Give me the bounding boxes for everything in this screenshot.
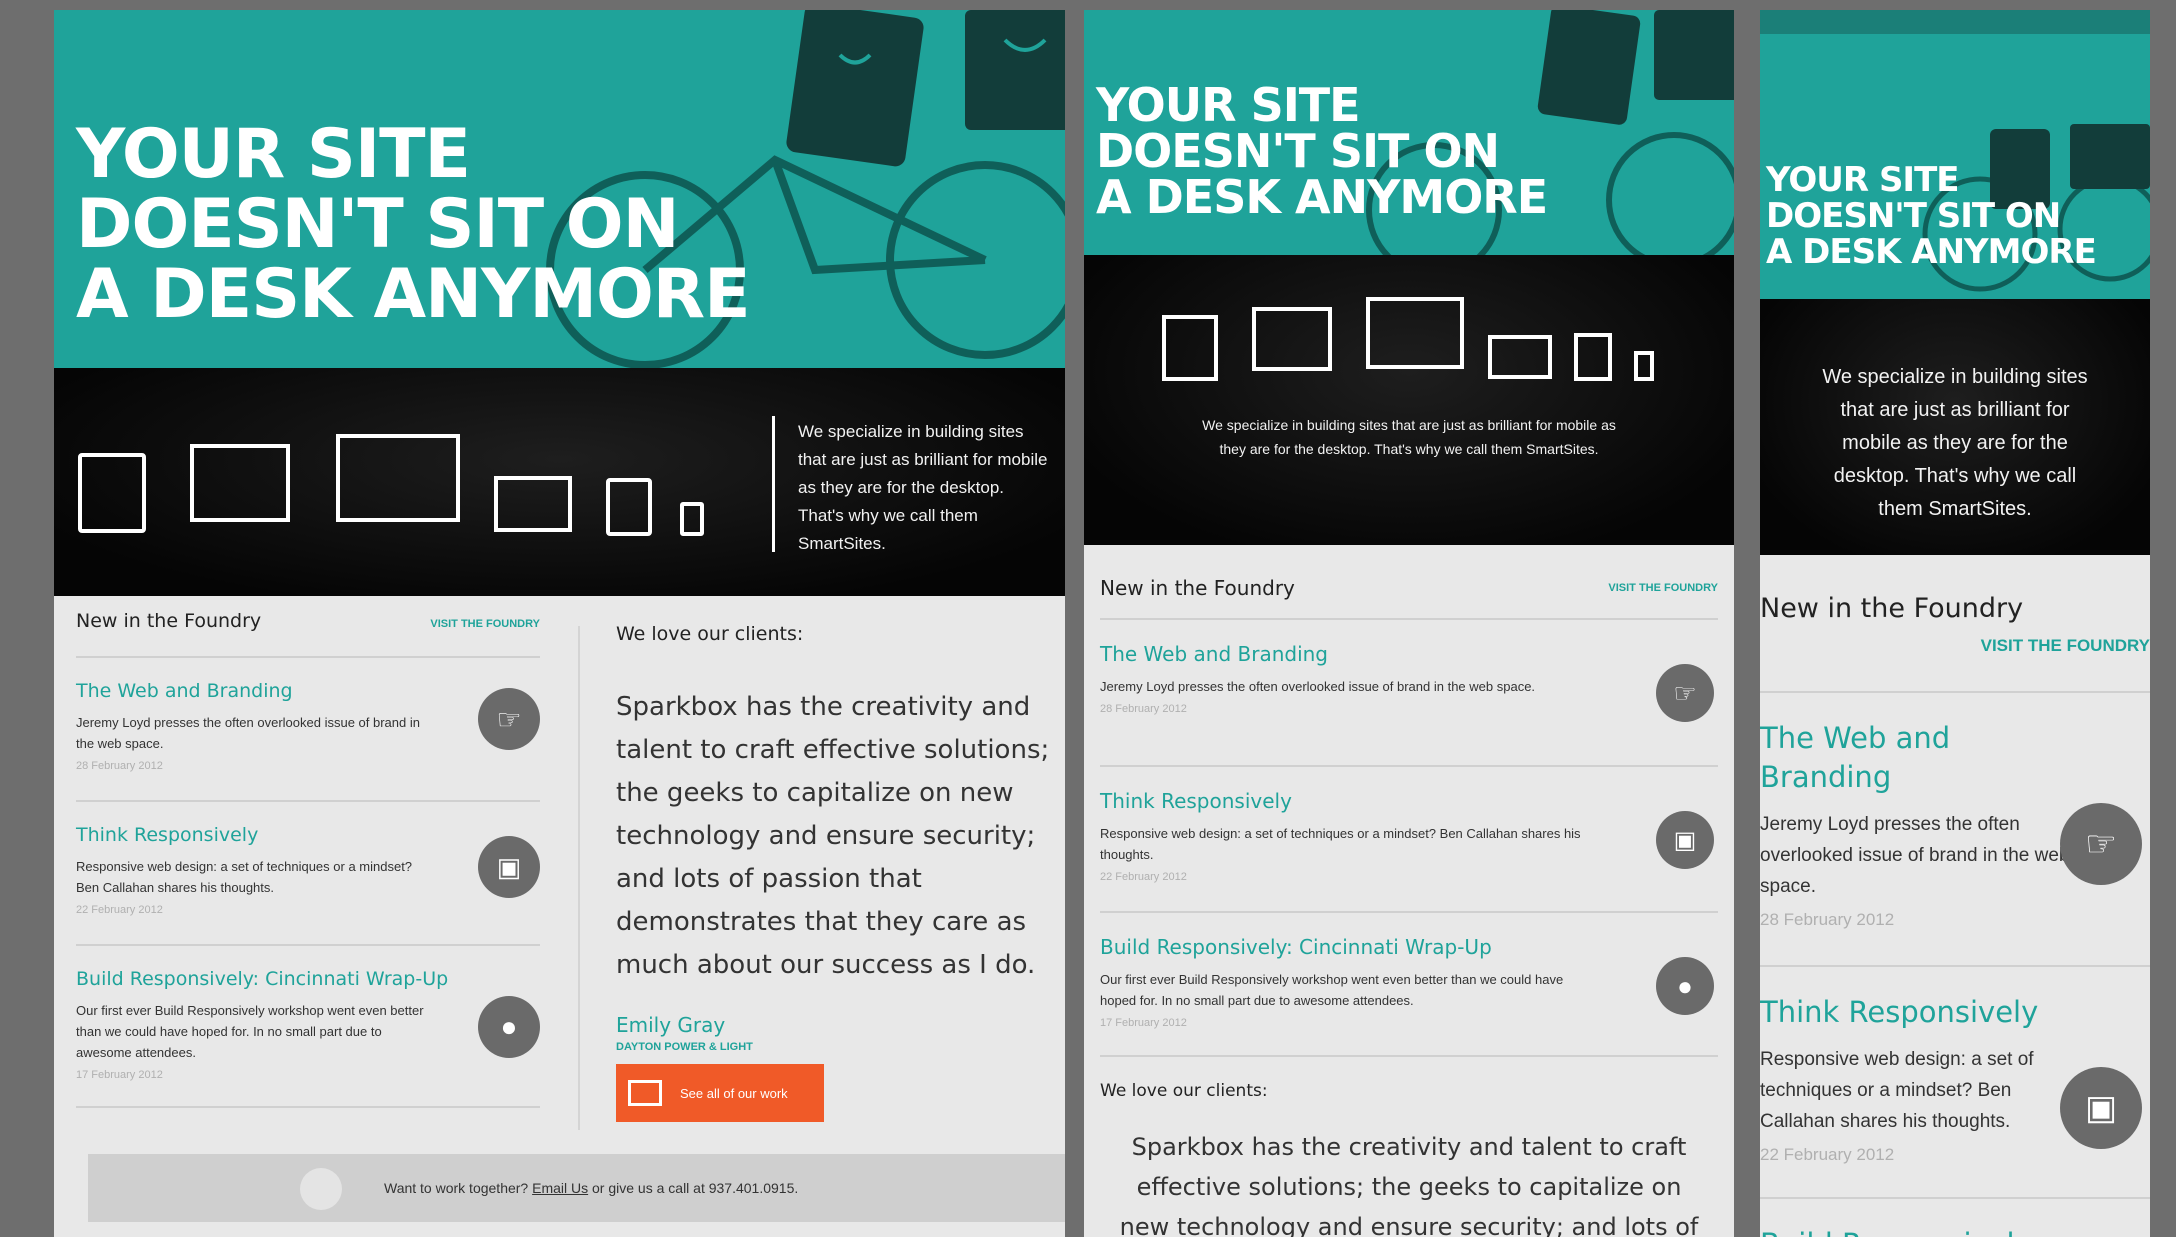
footer-text: Want to work together?	[384, 1180, 529, 1196]
pointer-icon: ☞	[478, 688, 540, 750]
post-date: 28 February 2012	[76, 760, 163, 772]
post-date: 28 February 2012	[1760, 910, 1895, 929]
large-monitor-icon	[1366, 297, 1464, 369]
post-date: 17 February 2012	[76, 1069, 163, 1081]
post-excerpt: Our first ever Build Responsively worksh…	[76, 1003, 424, 1060]
post-excerpt: Our first ever Build Responsively worksh…	[1100, 972, 1564, 1008]
quote-author: Emily Gray	[616, 1013, 726, 1037]
desktop-mac-icon	[1162, 315, 1218, 381]
monitor-icon	[190, 444, 290, 522]
tablet-layout-preview: YOUR SITE DOESN'T SIT ON A DESK ANYMORE …	[1084, 10, 1734, 1237]
devices-icon: ▣	[2060, 1067, 2142, 1149]
visit-foundry-link[interactable]: VISIT THE FOUNDRY	[1760, 636, 2150, 656]
list-item[interactable]: Build Responsively: Cincinnati Wrap-Up O…	[76, 944, 540, 1108]
divider	[772, 416, 775, 552]
list-item[interactable]: Think Responsively Responsive web design…	[1100, 765, 1718, 911]
pointer-icon: ☞	[1656, 664, 1714, 722]
see-work-button[interactable]: See all of our work	[616, 1064, 824, 1122]
devices-icon: ▣	[478, 836, 540, 898]
sparkbox-logo-icon	[300, 1168, 342, 1210]
tagline: We specialize in building sites that are…	[798, 422, 1048, 553]
devices-band: We specialize in building sites that are…	[54, 368, 1065, 596]
list-item[interactable]: Think Responsively Responsive web design…	[76, 800, 540, 944]
client-quote: Sparkbox has the creativity and talent t…	[616, 692, 1050, 980]
post-title[interactable]: Think Responsively	[76, 824, 540, 846]
post-date: 22 February 2012	[76, 904, 163, 916]
devices-icon: ▣	[1656, 811, 1714, 869]
laptop-icon	[1488, 335, 1552, 379]
clients-title: We love our clients:	[1100, 1081, 1268, 1101]
foundry-section: New in the Foundry VISIT THE FOUNDRY The…	[1760, 565, 2150, 1237]
quote-company: DAYTON POWER & LIGHT	[616, 1041, 753, 1053]
mobile-layout-preview: YOUR SITE DOESN'T SIT ON A DESK ANYMORE …	[1760, 10, 2150, 1237]
pointer-icon: ☞	[2060, 803, 2142, 885]
list-item[interactable]: Build Responsively:	[1760, 1197, 2150, 1237]
client-quote: Sparkbox has the creativity and talent t…	[1119, 1133, 1699, 1237]
list-item[interactable]: Think Responsively Responsive web design…	[1760, 965, 2150, 1197]
post-date: 17 February 2012	[1100, 1017, 1187, 1029]
monitor-icon	[628, 1080, 662, 1106]
post-excerpt: Responsive web design: a set of techniqu…	[1760, 1049, 2034, 1132]
list-item[interactable]: The Web and Branding Jeremy Loyd presses…	[76, 658, 540, 800]
visit-foundry-link[interactable]: VISIT THE FOUNDRY	[430, 618, 540, 630]
foundry-title: New in the Foundry	[76, 610, 262, 632]
column-divider	[578, 626, 580, 1130]
post-title[interactable]: Think Responsively	[1760, 993, 2150, 1032]
phone-icon	[680, 502, 704, 536]
see-work-label: See all of our work	[680, 1085, 788, 1101]
post-title-partial[interactable]: Build Responsively:	[1760, 1225, 2150, 1237]
post-title[interactable]: The Web and Branding	[1760, 719, 2000, 797]
desktop-mac-icon	[78, 453, 146, 533]
post-date: 22 February 2012	[1100, 871, 1187, 883]
apple-icon: ●	[1656, 957, 1714, 1015]
footer-phone: or give us a call at 937.401.0915.	[592, 1180, 799, 1196]
post-title[interactable]: Build Responsively: Cincinnati Wrap-Up	[76, 968, 540, 990]
list-item[interactable]: The Web and Branding Jeremy Loyd presses…	[1760, 693, 2150, 965]
post-title[interactable]: The Web and Branding	[1100, 642, 1718, 666]
tagline: We specialize in building sites that are…	[1822, 366, 2088, 520]
hero-headline: YOUR SITE DOESN'T SIT ON A DESK ANYMORE	[76, 115, 751, 334]
post-excerpt: Responsive web design: a set of techniqu…	[1100, 826, 1581, 862]
devices-band: We specialize in building sites that are…	[1084, 255, 1734, 545]
post-excerpt: Jeremy Loyd presses the often overlooked…	[1100, 679, 1536, 694]
large-monitor-icon	[336, 434, 460, 522]
monitor-icon	[1252, 307, 1332, 371]
phone-icon	[1634, 351, 1654, 381]
hero-banner: YOUR SITE DOESN'T SIT ON A DESK ANYMORE	[1760, 34, 2150, 299]
list-item[interactable]: The Web and Branding Jeremy Loyd presses…	[1100, 620, 1718, 765]
hero-banner: YOUR SITE DOESN'T SIT ON A DESK ANYMORE	[54, 10, 1065, 368]
apple-icon: ●	[478, 996, 540, 1058]
visit-foundry-link[interactable]: VISIT THE FOUNDRY	[1608, 582, 1718, 594]
post-date: 28 February 2012	[1100, 703, 1187, 715]
post-title[interactable]: The Web and Branding	[76, 680, 540, 702]
list-item[interactable]: Build Responsively: Cincinnati Wrap-Up O…	[1100, 911, 1718, 1057]
clients-section: We love our clients: Sparkbox has the cr…	[616, 610, 1065, 1053]
foundry-title: New in the Foundry	[1760, 593, 2024, 624]
clients-title: We love our clients:	[616, 623, 804, 645]
tablet-icon	[606, 478, 652, 536]
hero-banner: YOUR SITE DOESN'T SIT ON A DESK ANYMORE	[1084, 10, 1734, 255]
footer-contact-bar: Want to work together? Email Us or give …	[88, 1154, 1065, 1222]
tagline: We specialize in building sites that are…	[1202, 417, 1616, 457]
foundry-section: New in the Foundry VISIT THE FOUNDRY The…	[1100, 558, 1718, 1237]
laptop-icon	[494, 476, 572, 532]
post-excerpt: Responsive web design: a set of techniqu…	[76, 859, 413, 895]
hero-headline: YOUR SITE DOESN'T SIT ON A DESK ANYMORE	[1766, 160, 2097, 272]
hero-headline: YOUR SITE DOESN'T SIT ON A DESK ANYMORE	[1096, 78, 1548, 224]
foundry-title: New in the Foundry	[1100, 576, 1295, 600]
devices-band: We specialize in building sites that are…	[1760, 299, 2150, 555]
tablet-icon	[1574, 333, 1612, 381]
top-strip	[1760, 10, 2150, 34]
desktop-layout-preview: YOUR SITE DOESN'T SIT ON A DESK ANYMORE …	[54, 10, 1065, 1237]
post-excerpt: Jeremy Loyd presses the often overlooked…	[1760, 814, 2070, 897]
email-us-link[interactable]: Email Us	[532, 1180, 588, 1196]
post-title[interactable]: Think Responsively	[1100, 789, 1718, 813]
foundry-section: New in the Foundry VISIT THE FOUNDRY The…	[76, 610, 540, 1108]
post-excerpt: Jeremy Loyd presses the often overlooked…	[76, 715, 420, 751]
post-title[interactable]: Build Responsively: Cincinnati Wrap-Up	[1100, 935, 1718, 959]
